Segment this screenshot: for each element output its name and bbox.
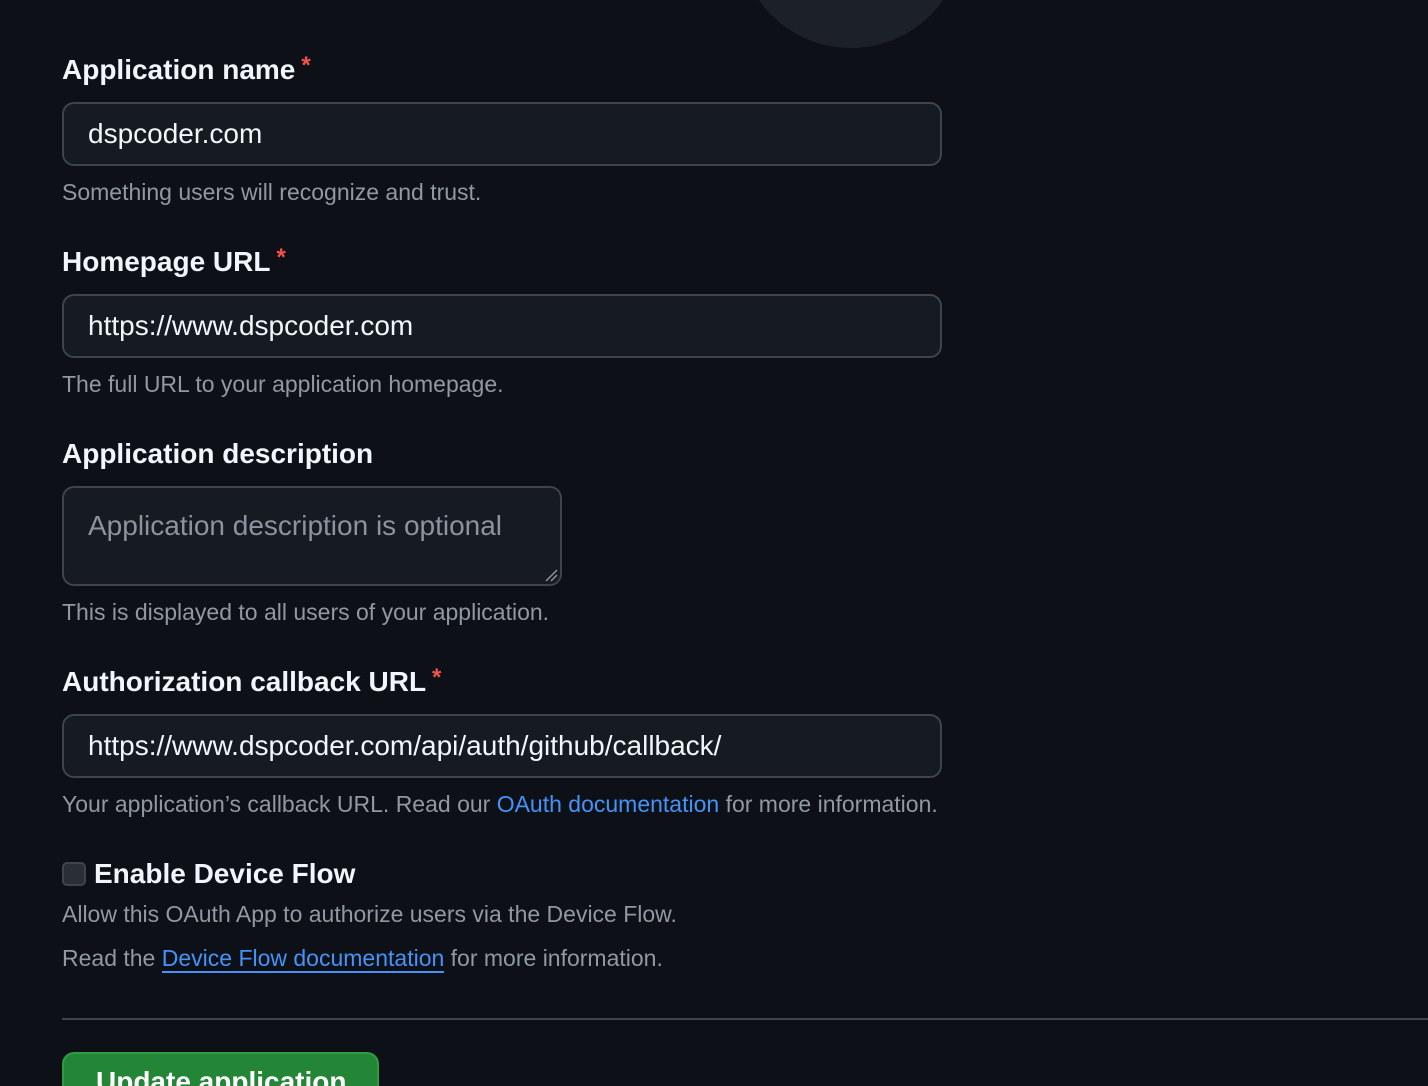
callback-url-input[interactable]: https://www.dspcoder.com/api/auth/github… bbox=[62, 714, 942, 778]
app-name-label: Application name * bbox=[62, 52, 942, 88]
device-flow-row: Enable Device Flow bbox=[62, 856, 355, 892]
required-asterisk: * bbox=[432, 664, 442, 691]
device-note-prefix: Read the bbox=[62, 945, 162, 971]
app-name-field: Application name * dspcoder.com Something… bbox=[62, 52, 942, 208]
app-name-note: Something users will recognize and trust… bbox=[62, 179, 482, 205]
required-asterisk: * bbox=[301, 52, 311, 79]
callback-url-label: Authorization callback URL * bbox=[62, 664, 942, 700]
oauth-documentation-link[interactable]: OAuth documentation bbox=[497, 791, 719, 817]
homepage-url-input[interactable]: https://www.dspcoder.com bbox=[62, 294, 942, 358]
app-name-input[interactable]: dspcoder.com bbox=[62, 102, 942, 166]
device-flow-doc-note: Read the Device Flow documentation for m… bbox=[62, 942, 663, 974]
callback-note-prefix: Your application’s callback URL. Read ou… bbox=[62, 791, 497, 817]
description-label: Application description bbox=[62, 438, 374, 469]
section-divider bbox=[62, 1018, 1428, 1020]
device-flow-documentation-link[interactable]: Device Flow documentation bbox=[161, 945, 445, 973]
app-logo-avatar bbox=[740, 0, 962, 48]
homepage-url-label: Homepage URL * bbox=[62, 244, 942, 280]
oauth-app-settings-page: Application name * dspcoder.com Something… bbox=[0, 0, 1428, 1086]
homepage-url-label-text: Homepage URL bbox=[62, 246, 271, 277]
device-flow-checkbox[interactable] bbox=[62, 862, 86, 886]
required-asterisk: * bbox=[276, 244, 286, 271]
description-field: Application description Application desc… bbox=[62, 436, 562, 628]
homepage-url-note: The full URL to your application homepag… bbox=[62, 371, 504, 397]
callback-url-label-text: Authorization callback URL bbox=[62, 666, 427, 697]
resize-grip-icon[interactable] bbox=[544, 568, 558, 582]
callback-url-field: Authorization callback URL * https://www.… bbox=[62, 664, 942, 820]
app-name-label-text: Application name bbox=[62, 54, 296, 85]
device-flow-label[interactable]: Enable Device Flow bbox=[94, 856, 355, 892]
device-note-suffix: for more information. bbox=[444, 945, 663, 971]
update-application-button[interactable]: Update application bbox=[62, 1052, 379, 1086]
description-placeholder: Application description is optional bbox=[88, 510, 503, 541]
callback-note-suffix: for more information. bbox=[719, 791, 938, 817]
description-note: This is displayed to all users of your a… bbox=[62, 599, 550, 625]
callback-url-note: Your application’s callback URL. Read ou… bbox=[62, 788, 942, 820]
device-flow-note: Allow this OAuth App to authorize users … bbox=[62, 901, 677, 927]
description-textarea[interactable]: Application description is optional bbox=[62, 486, 562, 586]
homepage-url-field: Homepage URL * https://www.dspcoder.com T… bbox=[62, 244, 942, 400]
